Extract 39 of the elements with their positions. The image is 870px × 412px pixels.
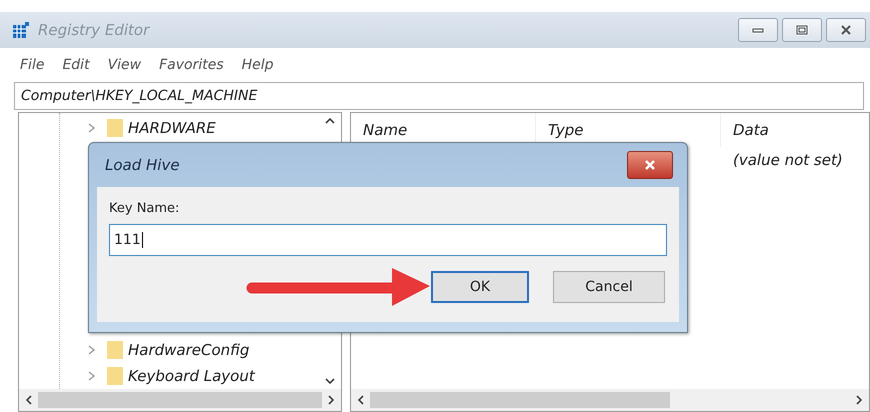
key-name-field[interactable]: 111 bbox=[109, 224, 667, 256]
maximize-button[interactable] bbox=[782, 18, 822, 42]
column-header[interactable]: Data bbox=[721, 113, 869, 147]
menu-item[interactable]: File bbox=[20, 57, 44, 73]
table-cell: (value not set) bbox=[733, 151, 843, 169]
dialog-button[interactable]: OK bbox=[431, 271, 529, 303]
menu-item[interactable]: View bbox=[108, 57, 142, 73]
scroll-left-icon[interactable] bbox=[25, 395, 32, 405]
close-icon bbox=[840, 25, 852, 35]
folder-icon bbox=[106, 340, 124, 360]
tree-item[interactable]: HARDWARE bbox=[128, 119, 216, 137]
scroll-left-icon[interactable] bbox=[357, 395, 364, 405]
chevron-icon[interactable] bbox=[88, 371, 96, 381]
minimize-button[interactable] bbox=[738, 18, 778, 42]
scroll-up-icon[interactable] bbox=[325, 117, 335, 124]
close-button[interactable] bbox=[627, 151, 673, 179]
menu-item[interactable]: Help bbox=[242, 57, 274, 73]
chevron-icon[interactable] bbox=[88, 345, 96, 355]
maximize-icon bbox=[796, 25, 808, 35]
close-button[interactable] bbox=[826, 18, 866, 42]
field-label: Key Name: bbox=[109, 201, 180, 216]
menu-item[interactable]: Edit bbox=[62, 57, 90, 73]
tree-item[interactable]: Keyboard Layout bbox=[128, 367, 255, 385]
folder-icon bbox=[106, 366, 124, 386]
dialog-title: Load Hive bbox=[105, 156, 180, 174]
scroll-right-icon[interactable] bbox=[328, 395, 335, 405]
scrollbar-thumb[interactable] bbox=[38, 392, 322, 408]
tree-item[interactable]: HardwareConfig bbox=[128, 341, 250, 359]
close-icon bbox=[643, 160, 657, 170]
app-icon bbox=[12, 21, 30, 39]
scroll-down-icon[interactable] bbox=[325, 378, 335, 385]
scrollbar-thumb[interactable] bbox=[370, 392, 670, 408]
window-title: Registry Editor bbox=[38, 21, 150, 39]
address-bar[interactable]: Computer\HKEY_LOCAL_MACHINE bbox=[14, 82, 864, 110]
dialog-button[interactable]: Cancel bbox=[553, 271, 665, 303]
scroll-right-icon[interactable] bbox=[856, 395, 863, 405]
menu-item[interactable]: Favorites bbox=[159, 57, 224, 73]
chevron-icon[interactable] bbox=[88, 123, 96, 133]
folder-icon bbox=[106, 118, 124, 138]
